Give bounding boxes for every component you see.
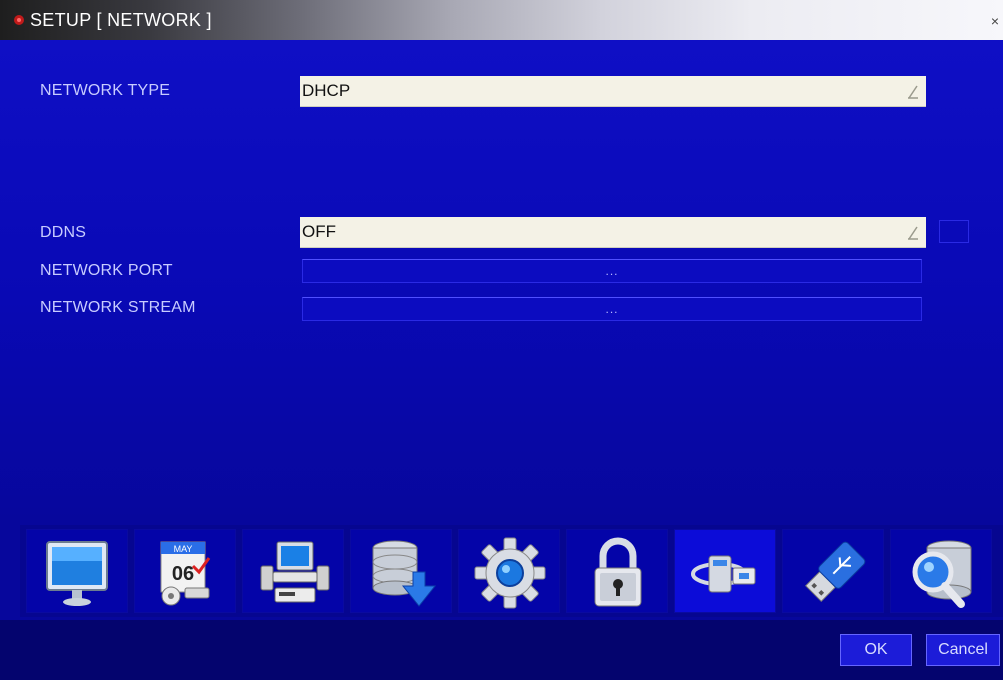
network-port-label: NETWORK PORT xyxy=(40,262,173,279)
ddns-setup-button[interactable] xyxy=(939,220,969,243)
network-port-value: ... xyxy=(605,264,619,278)
network-stream-button[interactable]: ... xyxy=(302,297,922,321)
network-type-label: NETWORK TYPE xyxy=(40,82,171,99)
gear-icon xyxy=(474,537,546,609)
menu-schedule[interactable]: MAY 06 xyxy=(134,529,236,613)
dropdown-arrow-icon xyxy=(908,85,918,99)
menu-security[interactable] xyxy=(566,529,668,613)
menu-search[interactable] xyxy=(890,529,992,613)
calendar-day: 06 xyxy=(172,563,194,585)
menu-storage[interactable] xyxy=(350,529,452,613)
network-icon xyxy=(691,555,756,593)
lock-icon xyxy=(594,537,642,607)
network-stream-label: NETWORK STREAM xyxy=(40,299,196,316)
cancel-button[interactable]: Cancel xyxy=(926,634,1000,666)
network-type-value: DHCP xyxy=(302,81,351,100)
usb-icon xyxy=(805,541,866,602)
setup-menu-bar: MAY 06 xyxy=(20,525,1003,617)
menu-network[interactable] xyxy=(674,529,776,613)
storage-download-icon xyxy=(372,540,437,607)
ddns-label: DDNS xyxy=(40,224,87,241)
ddns-value: OFF xyxy=(302,222,336,241)
menu-system[interactable] xyxy=(458,529,560,613)
setup-network-window: SETUP [ NETWORK ] × NETWORK TYPE DHCP DD… xyxy=(0,0,1003,680)
close-button[interactable]: × xyxy=(987,12,1003,30)
menu-devices[interactable] xyxy=(242,529,344,613)
display-icon xyxy=(46,541,108,606)
network-port-button[interactable]: ... xyxy=(302,259,922,283)
search-database-icon xyxy=(912,540,972,608)
ok-button[interactable]: OK xyxy=(840,634,912,666)
dropdown-arrow-icon xyxy=(908,226,918,240)
menu-display[interactable] xyxy=(26,529,128,613)
network-type-select[interactable]: DHCP xyxy=(300,76,926,107)
menu-usb[interactable] xyxy=(782,529,884,613)
network-stream-value: ... xyxy=(605,302,619,316)
title-bar: SETUP [ NETWORK ] × xyxy=(0,0,1003,40)
window-title: SETUP [ NETWORK ] xyxy=(30,10,212,30)
ddns-select[interactable]: OFF xyxy=(300,217,926,248)
calendar-month: MAY xyxy=(174,544,193,554)
app-icon xyxy=(14,15,24,25)
devices-icon xyxy=(260,541,330,603)
calendar-icon: MAY 06 xyxy=(160,541,211,606)
